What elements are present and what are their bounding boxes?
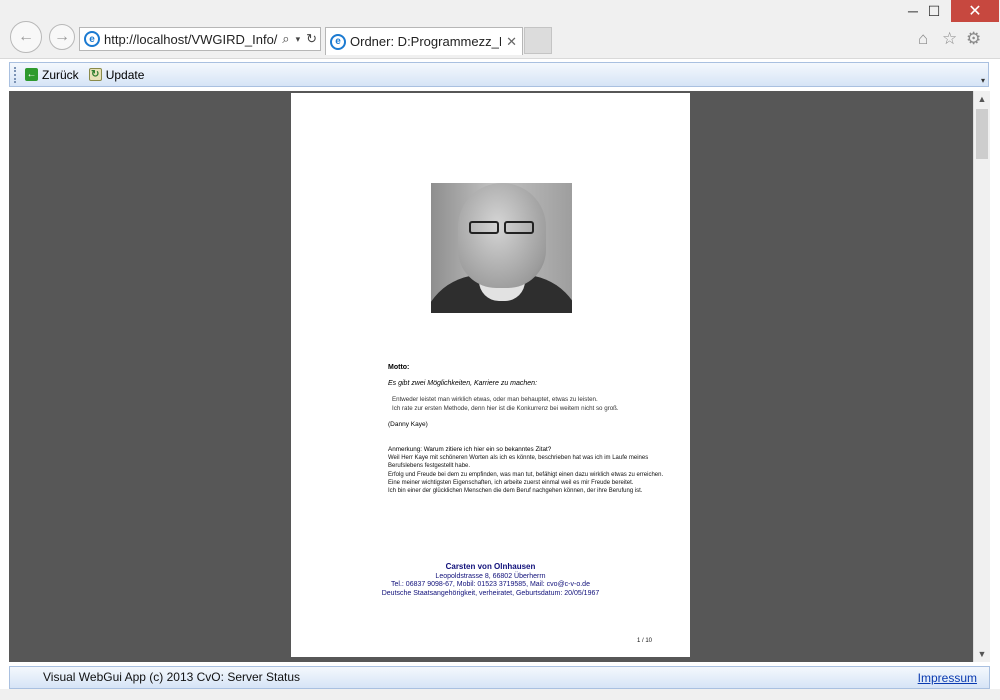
scroll-down-icon[interactable]: ▼	[974, 646, 990, 662]
footer-name: Carsten von Olnhausen	[445, 562, 536, 571]
motto-intro: Es gibt zwei Möglichkeiten, Karriere zu …	[388, 380, 538, 387]
close-window-button[interactable]: ✕	[951, 0, 999, 22]
refresh-icon[interactable]: ↻	[303, 31, 320, 47]
app-toolbar: ← Zurück ↻ Update ▾	[9, 62, 989, 87]
pdf-page: Motto: Es gibt zwei Möglichkeiten, Karri…	[291, 93, 690, 657]
back-toolbar-button[interactable]: ← Zurück	[25, 68, 79, 82]
back-arrow-icon: ←	[25, 68, 38, 81]
new-tab-button[interactable]	[524, 27, 552, 54]
back-arrow-icon: ←	[18, 28, 34, 45]
quote-line-2: Ich rate zur ersten Methode, denn hier i…	[392, 405, 619, 412]
address-bar[interactable]: e http://localhost/VWGIRD_Info/ ⌕ ▾ ↻	[79, 27, 321, 51]
note-line: Ich bin einer der glücklichen Menschen d…	[388, 488, 643, 494]
gear-icon[interactable]: ⚙	[966, 29, 981, 49]
home-icon[interactable]: ⌂	[918, 29, 928, 49]
close-tab-icon[interactable]: ✕	[501, 34, 522, 50]
scrollbar-thumb[interactable]	[976, 109, 988, 159]
ie-logo-icon: e	[330, 33, 346, 50]
footer-contact: Tel.: 06837 9098-67, Mobil: 01523 371958…	[391, 581, 590, 588]
tab-title: Ordner: D:Programmezz_Da...	[350, 34, 501, 49]
back-button[interactable]: ←	[10, 21, 42, 53]
ie-logo-icon: e	[84, 31, 100, 47]
quote-author: (Danny Kaye)	[388, 421, 428, 428]
footer-personal: Deutsche Staatsangehörigkeit, verheirate…	[381, 590, 600, 597]
address-url[interactable]: http://localhost/VWGIRD_Info/	[104, 32, 279, 47]
update-toolbar-label: Update	[105, 67, 145, 82]
footer-address: Leopoldstrasse 8, 66802 Überherrn	[435, 573, 546, 580]
browser-chrome: ─ ☐ ✕ ← → e http://localhost/VWGIRD_Info…	[0, 0, 1000, 59]
vertical-scrollbar[interactable]: ▲ ▼	[973, 91, 990, 662]
maximize-button[interactable]: ☐	[913, 0, 955, 22]
search-icon[interactable]: ⌕	[279, 31, 292, 47]
page-number: 1 / 10	[637, 638, 653, 644]
back-toolbar-label: Zurück	[42, 67, 79, 82]
status-bar: Visual WebGui App (c) 2013 CvO: Server S…	[9, 666, 990, 689]
update-toolbar-button[interactable]: ↻ Update	[88, 67, 145, 82]
browser-tab-active[interactable]: e Ordner: D:Programmezz_Da... ✕	[325, 27, 523, 55]
dropdown-arrow-icon[interactable]: ▾	[293, 34, 304, 45]
portrait-photo	[431, 183, 572, 313]
status-text: Visual WebGui App (c) 2013 CvO: Server S…	[43, 670, 301, 684]
window-bottom-edge	[0, 689, 1000, 700]
motto-heading: Motto:	[388, 364, 410, 371]
toolbar-grip[interactable]	[14, 66, 19, 83]
note-line: Berufslebens festgestellt habe.	[388, 463, 471, 469]
forward-button[interactable]: →	[49, 24, 75, 50]
star-icon[interactable]: ☆	[942, 29, 957, 49]
forward-arrow-icon: →	[54, 28, 70, 45]
refresh-icon: ↻	[88, 68, 102, 81]
toolbar-overflow-icon[interactable]: ▾	[978, 76, 988, 86]
scroll-up-icon[interactable]: ▲	[974, 91, 990, 107]
impressum-link[interactable]: Impressum	[918, 671, 977, 685]
quote-line-1: Entweder leistet man wirklich etwas, ode…	[392, 396, 598, 403]
note-heading: Anmerkung: Warum zitiere ich hier ein so…	[388, 446, 552, 453]
